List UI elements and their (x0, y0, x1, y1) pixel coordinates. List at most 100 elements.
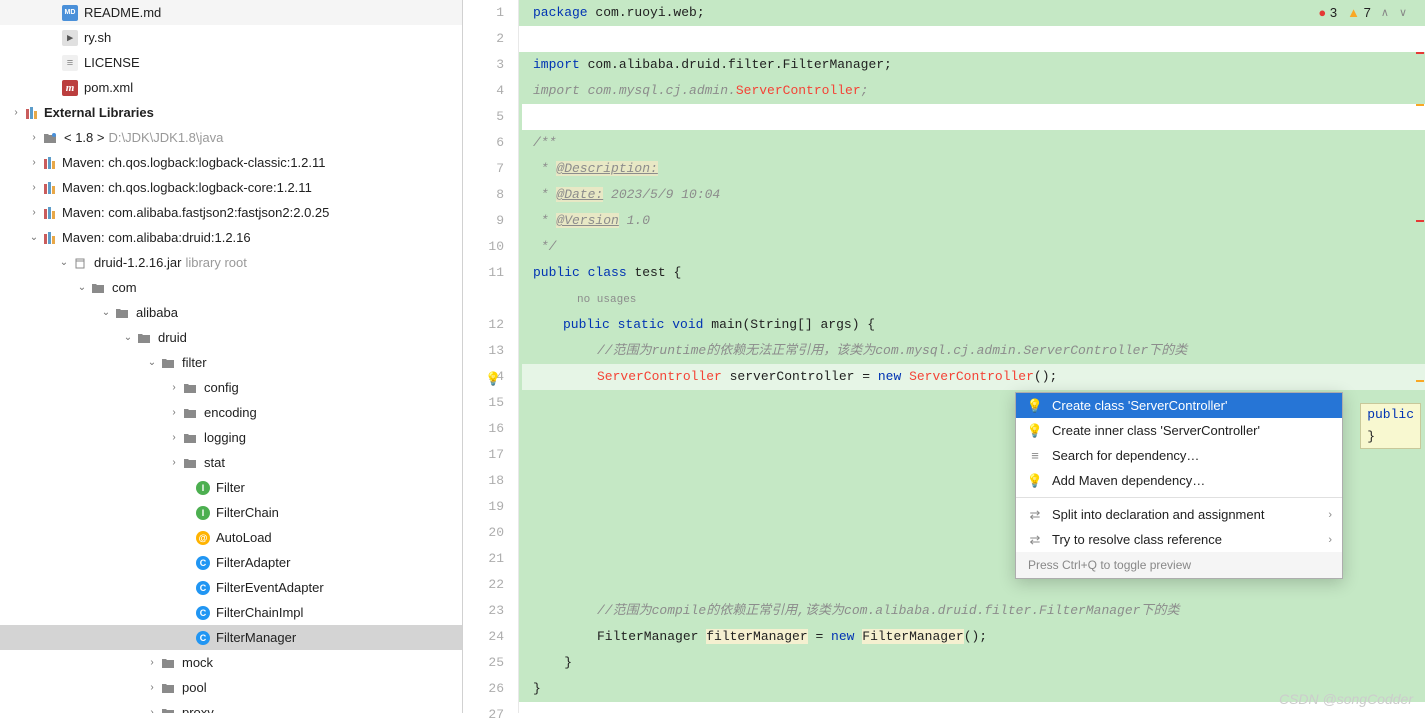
tree-item[interactable]: ›stat (0, 450, 462, 475)
tree-item[interactable]: ⌄druid-1.2.16.jarlibrary root (0, 250, 462, 275)
code-line[interactable] (519, 104, 1425, 130)
tree-item[interactable]: ⌄ alibaba (0, 300, 462, 325)
tree-item-label: pom.xml (84, 80, 133, 95)
watermark: CSDN @songCodder (1279, 691, 1413, 707)
tree-item-label: README.md (84, 5, 161, 20)
tree-arrow-icon[interactable]: › (26, 157, 42, 168)
tree-item[interactable]: › Maven: ch.qos.logback:logback-classic:1… (0, 150, 462, 175)
popup-item-icon: 💡 (1026, 473, 1044, 489)
intention-actions-popup[interactable]: 💡Create class 'ServerController'💡Create … (1015, 392, 1343, 579)
tree-item[interactable]: CFilterEventAdapter (0, 575, 462, 600)
tree-item[interactable]: ›encoding (0, 400, 462, 425)
tree-item[interactable]: ›pool (0, 675, 462, 700)
tree-item[interactable]: MDREADME.md (0, 0, 462, 25)
tree-arrow-icon[interactable]: › (166, 407, 182, 418)
code-line[interactable]: * @Version 1.0 (519, 208, 1425, 234)
tree-arrow-icon[interactable]: › (26, 207, 42, 218)
tree-arrow-icon[interactable]: › (26, 132, 42, 143)
tree-arrow-icon[interactable]: ⌄ (26, 232, 42, 243)
warning-badge[interactable]: ▲ 7 (1347, 5, 1371, 20)
tree-item-hint: library root (185, 255, 246, 270)
tree-item-label: alibaba (136, 305, 178, 320)
popup-item-label: Create inner class 'ServerController' (1052, 423, 1260, 438)
tree-item[interactable]: IFilter (0, 475, 462, 500)
tree-item[interactable]: › Maven: ch.qos.logback:logback-core:1.2.… (0, 175, 462, 200)
code-line[interactable]: //范围为compile的依赖正常引用,该类为com.alibaba.druid… (519, 598, 1425, 624)
tree-item[interactable]: ≡LICENSE (0, 50, 462, 75)
code-line[interactable]: package com.ruoyi.web; (519, 0, 1425, 26)
tree-item-label: ry.sh (84, 30, 111, 45)
tree-item[interactable]: mpom.xml (0, 75, 462, 100)
tree-arrow-icon[interactable]: ⌄ (98, 307, 114, 318)
editor-pane: ▶ ▶ 123456789101112131415161718192021222… (463, 0, 1425, 713)
tree-arrow-icon[interactable]: › (144, 707, 160, 713)
tree-item[interactable]: @AutoLoad (0, 525, 462, 550)
tree-item[interactable]: ▸ry.sh (0, 25, 462, 50)
code-line[interactable]: } (519, 650, 1425, 676)
tree-item-label: < 1.8 > (64, 130, 104, 145)
popup-item-icon: ⇄ (1026, 507, 1044, 523)
tree-item[interactable]: ›mock (0, 650, 462, 675)
tree-arrow-icon[interactable]: › (26, 182, 42, 193)
tree-arrow-icon[interactable]: › (166, 382, 182, 393)
code-line[interactable]: //范围为runtime的依赖无法正常引用，该类为com.mysql.cj.ad… (519, 338, 1425, 364)
project-tree[interactable]: MDREADME.md▸ry.sh≡LICENSEmpom.xml›Extern… (0, 0, 463, 713)
code-line[interactable]: FilterManager filterManager = new Filter… (519, 624, 1425, 650)
tree-arrow-icon[interactable]: › (144, 657, 160, 668)
warn-stripe-mark[interactable] (1416, 104, 1424, 106)
popup-intention-item[interactable]: 💡Create inner class 'ServerController' (1016, 418, 1342, 443)
chevron-right-icon: › (1328, 509, 1332, 521)
tree-arrow-icon[interactable]: › (144, 682, 160, 693)
tree-item[interactable]: ⌄druid (0, 325, 462, 350)
code-line[interactable] (519, 26, 1425, 52)
code-line[interactable]: public class test { (519, 260, 1425, 286)
tree-item[interactable]: ›proxy (0, 700, 462, 713)
code-area[interactable]: package com.ruoyi.web; import com.alibaba… (519, 0, 1425, 713)
popup-intention-item[interactable]: 💡Create class 'ServerController' (1016, 393, 1342, 418)
tree-arrow-icon[interactable]: › (8, 107, 24, 118)
tree-item[interactable]: › Maven: com.alibaba.fastjson2:fastjson2:… (0, 200, 462, 225)
tree-item[interactable]: CFilterChainImpl (0, 600, 462, 625)
code-line[interactable]: /** (519, 130, 1425, 156)
code-line[interactable]: import com.mysql.cj.admin.ServerControll… (519, 78, 1425, 104)
tree-item-label: Maven: ch.qos.logback:logback-core:1.2.1… (62, 180, 312, 195)
code-line[interactable]: */ (519, 234, 1425, 260)
inspection-badges[interactable]: ● 3 ▲ 7 ∧ ∨ (1318, 5, 1407, 20)
tree-item[interactable]: IFilterChain (0, 500, 462, 525)
tree-item-label: Maven: ch.qos.logback:logback-classic:1.… (62, 155, 326, 170)
tree-item[interactable]: ›< 1.8 >D:\JDK\JDK1.8\java (0, 125, 462, 150)
tree-arrow-icon[interactable]: ⌄ (120, 332, 136, 343)
popup-intention-item[interactable]: ≡Search for dependency… (1016, 443, 1342, 468)
popup-intention-item[interactable]: ⇄Try to resolve class reference› (1016, 527, 1342, 552)
intention-bulb-icon[interactable]: 💡 (485, 367, 501, 393)
next-highlight-icon[interactable]: ∨ (1399, 6, 1407, 19)
error-badge[interactable]: ● 3 (1318, 5, 1337, 20)
tree-item[interactable]: CFilterAdapter (0, 550, 462, 575)
popup-intention-item[interactable]: 💡Add Maven dependency… (1016, 468, 1342, 493)
tree-item[interactable]: CFilterManager (0, 625, 462, 650)
tree-arrow-icon[interactable]: › (166, 432, 182, 443)
tree-item-label: Maven: com.alibaba.fastjson2:fastjson2:2… (62, 205, 329, 220)
warn-stripe-mark[interactable] (1416, 380, 1424, 382)
code-line[interactable]: 💡ServerController serverController = new… (519, 364, 1425, 390)
prev-highlight-icon[interactable]: ∧ (1381, 6, 1389, 19)
tree-item-label: FilterEventAdapter (216, 580, 324, 595)
error-stripe-mark[interactable] (1416, 52, 1424, 54)
tree-item[interactable]: ⌄filter (0, 350, 462, 375)
tree-arrow-icon[interactable]: ⌄ (56, 257, 72, 268)
code-line[interactable]: no usages (519, 286, 1425, 312)
code-line[interactable]: import com.alibaba.druid.filter.FilterMa… (519, 52, 1425, 78)
tree-item[interactable]: ›config (0, 375, 462, 400)
tree-item[interactable]: ›logging (0, 425, 462, 450)
code-line[interactable]: public static void main(String[] args) { (519, 312, 1425, 338)
error-stripe-mark[interactable] (1416, 220, 1424, 222)
tree-arrow-icon[interactable]: ⌄ (144, 357, 160, 368)
tree-item[interactable]: ⌄Maven: com.alibaba:druid:1.2.16 (0, 225, 462, 250)
tree-item[interactable]: ⌄com (0, 275, 462, 300)
code-line[interactable]: * @Date: 2023/5/9 10:04 (519, 182, 1425, 208)
code-line[interactable]: * @Description: (519, 156, 1425, 182)
popup-intention-item[interactable]: ⇄Split into declaration and assignment› (1016, 502, 1342, 527)
tree-item[interactable]: ›External Libraries (0, 100, 462, 125)
tree-arrow-icon[interactable]: ⌄ (74, 282, 90, 293)
tree-arrow-icon[interactable]: › (166, 457, 182, 468)
